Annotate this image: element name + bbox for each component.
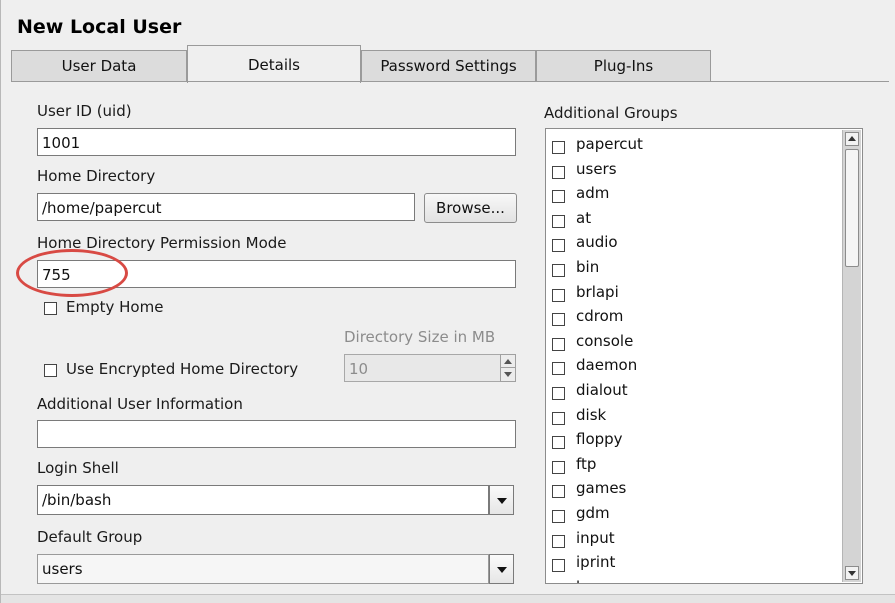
encrypted-home-checkbox[interactable] (44, 364, 57, 377)
default-group-dropdown-icon[interactable] (489, 554, 514, 584)
login-shell-combo[interactable]: /bin/bash (37, 485, 489, 515)
group-name-label: gdm (576, 504, 610, 522)
default-group-combo[interactable]: users (37, 554, 489, 584)
home-directory-label: Home Directory (37, 167, 156, 185)
directory-size-input[interactable]: 10 (344, 354, 501, 382)
group-checkbox[interactable] (552, 313, 565, 327)
tab-details[interactable]: Details (187, 45, 361, 83)
group-checkbox[interactable] (552, 485, 565, 499)
group-checkbox[interactable] (552, 362, 565, 376)
group-name-label: at (576, 208, 592, 227)
directory-size-spinner[interactable] (500, 354, 516, 382)
group-name-label: brlapi (576, 282, 619, 301)
new-local-user-dialog: New Local User User Data Details Passwor… (0, 0, 895, 603)
additional-groups-label: Additional Groups (544, 104, 678, 122)
group-checkbox[interactable] (552, 165, 565, 179)
group-name-label: ftp (576, 454, 597, 473)
scroll-up-icon[interactable] (845, 132, 859, 146)
group-checkbox[interactable] (552, 510, 565, 523)
dialog-title: New Local User (17, 16, 182, 38)
empty-home-checkbox[interactable] (44, 302, 57, 315)
group-checkbox[interactable] (552, 264, 565, 277)
group-name-label: iprint (576, 553, 616, 572)
group-name-label: cdrom (576, 307, 624, 326)
user-id-label: User ID (uid) (37, 102, 132, 120)
empty-home-label: Empty Home (66, 298, 164, 316)
tab-user-data[interactable]: User Data (11, 50, 187, 82)
directory-size-label: Directory Size in MB (344, 328, 496, 346)
group-checkbox[interactable] (552, 337, 565, 351)
group-name-label: console (576, 331, 634, 350)
encrypted-home-label: Use Encrypted Home Directory (66, 360, 299, 378)
scroll-down-icon[interactable] (845, 566, 859, 580)
group-checkbox[interactable] (552, 214, 565, 228)
group-name-label: audio (576, 233, 618, 252)
group-name-label: adm (576, 184, 610, 203)
spin-up-icon[interactable] (501, 355, 515, 368)
group-name-label: papercut (576, 135, 643, 153)
group-name-label: dialout (576, 381, 628, 399)
group-name-label: bin (576, 258, 600, 276)
group-checkbox[interactable] (552, 460, 565, 474)
group-checkbox[interactable] (552, 288, 565, 302)
tab-plug-ins[interactable]: Plug-Ins (536, 50, 711, 82)
login-shell-label: Login Shell (37, 459, 119, 477)
browse-button[interactable]: Browse... (424, 193, 517, 223)
scroll-thumb[interactable] (845, 149, 859, 267)
group-checkbox[interactable] (552, 190, 565, 204)
group-name-label: floppy (576, 430, 623, 449)
group-name-label: disk (576, 405, 607, 424)
group-name-label: kmem (576, 578, 623, 583)
group-name-label: daemon (576, 356, 638, 375)
additional-info-input[interactable] (37, 420, 516, 448)
additional-groups-list[interactable]: papercut users adm at audio bin brlapi cdrom con… (545, 128, 863, 584)
default-group-label: Default Group (37, 528, 143, 546)
group-checkbox[interactable] (552, 411, 565, 425)
additional-info-label: Additional User Information (37, 395, 243, 413)
group-checkbox[interactable] (552, 559, 565, 573)
spin-down-icon[interactable] (501, 368, 515, 381)
dialog-bottom-edge (1, 594, 895, 603)
group-checkbox[interactable] (552, 387, 565, 400)
login-shell-dropdown-icon[interactable] (489, 485, 514, 515)
group-checkbox[interactable] (552, 534, 565, 548)
group-checkbox[interactable] (552, 239, 565, 253)
tab-divider (11, 81, 889, 82)
highlight-ring-annotation (16, 249, 128, 297)
tab-password-settings[interactable]: Password Settings (361, 50, 536, 82)
group-checkbox[interactable] (552, 436, 565, 450)
user-id-input[interactable]: 1001 (37, 128, 516, 156)
group-name-label: games (576, 479, 627, 498)
home-directory-input[interactable]: /home/papercut (37, 193, 415, 221)
group-checkbox[interactable] (552, 141, 565, 154)
groups-scrollbar[interactable] (842, 130, 861, 582)
group-name-label: input (576, 528, 615, 547)
group-name-label: users (576, 159, 617, 178)
